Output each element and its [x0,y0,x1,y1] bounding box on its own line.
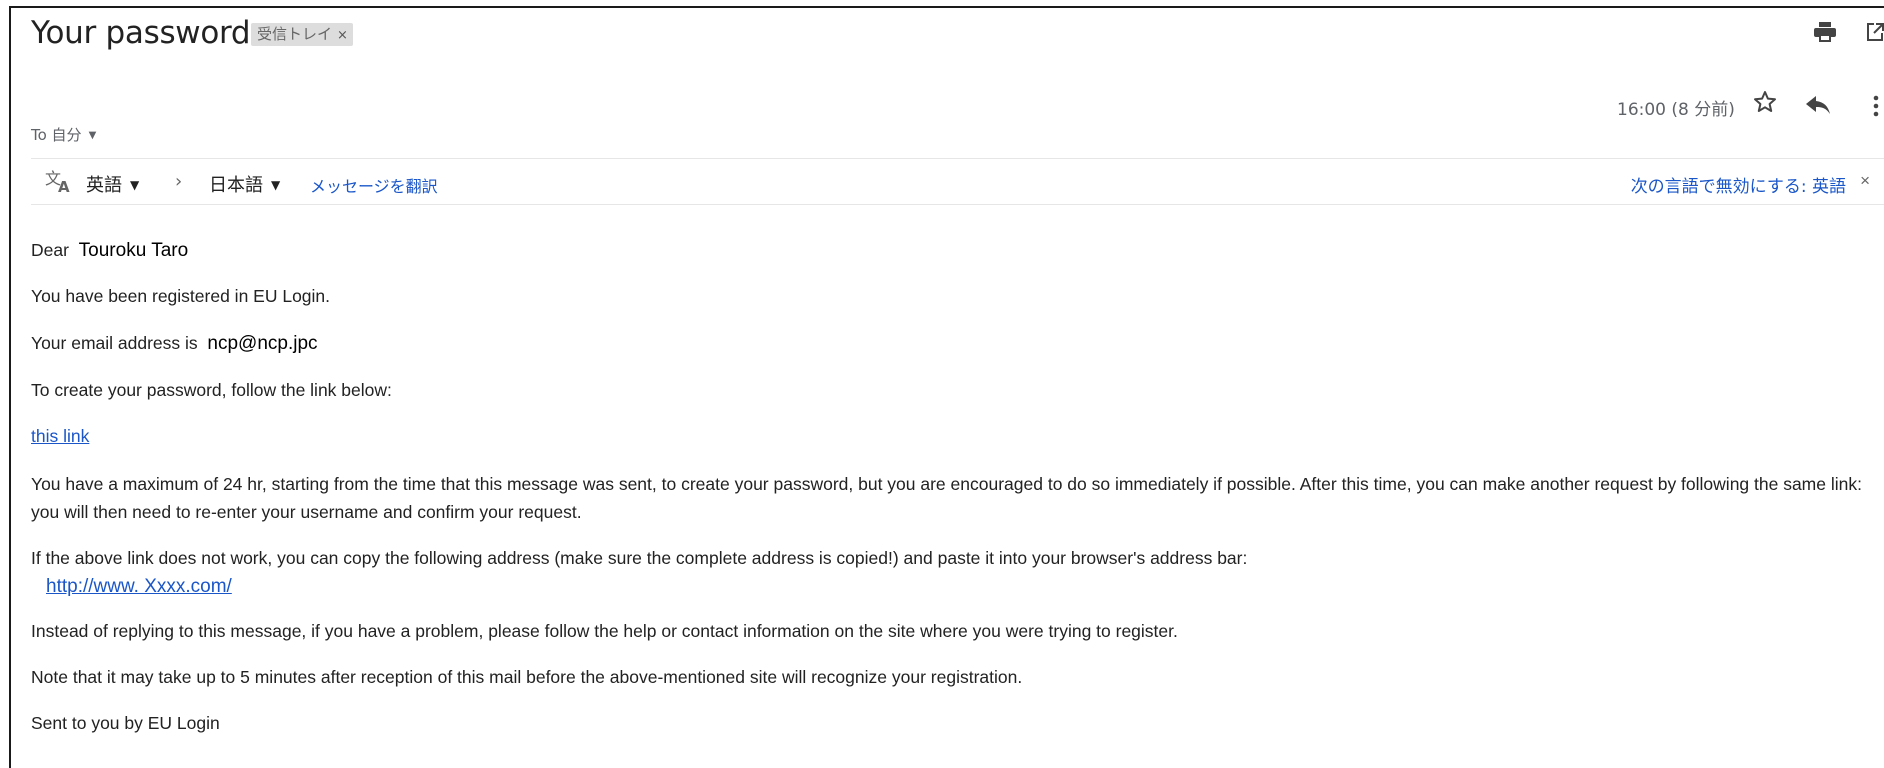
inbox-label-chip[interactable]: 受信トレイ × [251,23,353,46]
label-text: 受信トレイ [257,25,333,43]
caret-down-icon: ▼ [271,178,281,192]
translate-message-link[interactable]: メッセージを翻訳 [310,173,438,197]
password-link[interactable]: this link [31,426,89,446]
caret-down-icon: ▼ [88,130,97,141]
star-icon[interactable] [1753,90,1777,119]
email-prefix: Your email address is [31,333,198,353]
source-language-label: 英語 [86,175,122,196]
close-translate-bar-icon[interactable]: × [1860,171,1870,191]
create-instruction: To create your password, follow the link… [31,380,392,400]
email-subject: Your password [31,15,251,51]
translate-bar: 文 A 英語 ▼ › 日本語 ▼ メッセージを翻訳 次の言語で無効にする: 英語 × [31,158,1884,205]
email-address: ncp@ncp.jpc [207,333,318,354]
recipient-details-toggle[interactable]: To 自分 ▼ [31,124,96,145]
target-language-dropdown[interactable]: 日本語 ▼ [209,171,280,197]
email-time: 16:00 (8 分前) [1617,100,1735,120]
reply-icon[interactable] [1806,96,1830,119]
source-language-dropdown[interactable]: 英語 ▼ [86,171,139,197]
greeting: Dear [31,240,69,260]
disable-translation-link[interactable]: 次の言語で無効にする: 英語 [1631,172,1846,197]
more-vert-icon[interactable] [1872,95,1880,122]
translate-icon: 文 A [45,169,73,198]
copy-instruction: If the above link does not work, you can… [31,548,1248,568]
to-label: To 自分 [31,126,82,144]
caret-down-icon: ▼ [130,178,140,192]
help-text: Instead of replying to this message, if … [31,621,1178,641]
chevron-right-icon: › [175,171,183,192]
delay-note: Note that it may take up to 5 minutes af… [31,667,1023,687]
print-icon[interactable] [1814,22,1836,47]
recipient-name: Touroku Taro [78,240,189,261]
email-address-line: Your email address is ncp@ncp.jpc [31,333,318,355]
password-link-line: this link [31,426,89,447]
open-in-new-icon[interactable] [1866,22,1884,47]
svg-text:A: A [58,178,70,193]
remove-label-icon[interactable]: × [337,28,348,43]
copy-url-link[interactable]: http://www. Xxxx.com/ [46,576,232,598]
time-limit-text: You have a maximum of 24 hr, starting fr… [31,474,1862,522]
registered-text: You have been registered in EU Login. [31,286,331,306]
target-language-label: 日本語 [209,175,263,196]
signature: Sent to you by EU Login [31,713,220,733]
greeting-line: Dear Touroku Taro [31,240,188,262]
